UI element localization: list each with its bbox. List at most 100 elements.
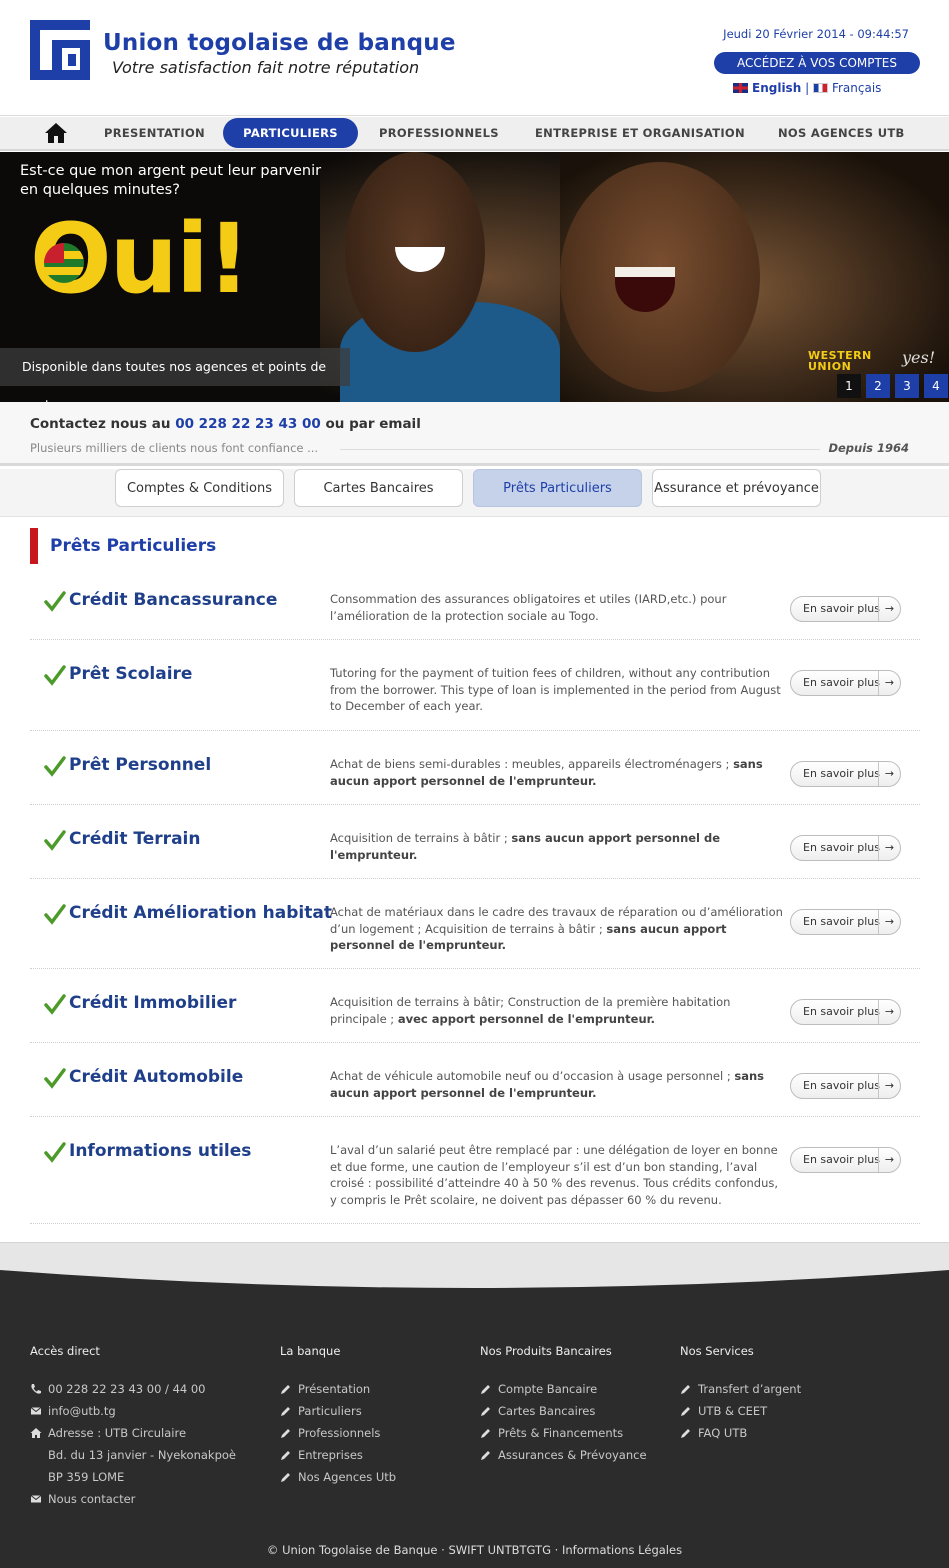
pencil-icon bbox=[281, 1429, 290, 1438]
item-title[interactable]: Crédit Bancassurance bbox=[69, 590, 277, 610]
list-item: Informations utiles L’aval d’un salarié … bbox=[30, 1117, 920, 1224]
lang-french-label: Français bbox=[831, 81, 882, 95]
contact-line: Contactez nous au 00 228 22 23 43 00 ou … bbox=[30, 416, 421, 432]
item-desc: Consommation des assurances obligatoires… bbox=[330, 592, 727, 623]
pencil-icon bbox=[281, 1473, 290, 1482]
slide-dot-4[interactable]: 4 bbox=[924, 374, 948, 398]
footer-address-line: BP 359 LOME bbox=[48, 1470, 125, 1484]
check-icon bbox=[44, 1068, 66, 1089]
pencil-icon bbox=[481, 1407, 490, 1416]
item-title[interactable]: Crédit Automobile bbox=[69, 1067, 243, 1087]
site-header: Union togolaise de banque Votre satisfac… bbox=[0, 0, 949, 116]
home-icon[interactable] bbox=[44, 122, 68, 144]
western-union-logo: WESTERN UNION bbox=[808, 349, 872, 373]
footer-col-produits: Nos Produits Bancaires Compte Bancaire Ca… bbox=[480, 1344, 647, 1466]
item-desc: L’aval d’un salarié peut être remplacé p… bbox=[330, 1143, 779, 1207]
utb-logo[interactable] bbox=[30, 20, 90, 80]
more-button[interactable]: En savoir plus → bbox=[790, 1147, 901, 1173]
footer-link[interactable]: Cartes Bancaires bbox=[480, 1400, 647, 1422]
tab-assurance[interactable]: Assurance et prévoyance bbox=[652, 469, 821, 507]
section-title: Prêts Particuliers bbox=[30, 528, 216, 564]
footer-link[interactable]: Particuliers bbox=[280, 1400, 396, 1422]
divider bbox=[340, 449, 820, 450]
item-title[interactable]: Crédit Amélioration habitat bbox=[69, 903, 332, 923]
arrow-right-icon: → bbox=[878, 1074, 900, 1098]
banner-availability: Disponible dans toutes nos agences et po… bbox=[0, 348, 350, 402]
footer-copyright[interactable]: © Union Togolaise de Banque · SWIFT UNTB… bbox=[0, 1540, 949, 1568]
slide-dot-3[interactable]: 3 bbox=[895, 374, 919, 398]
footer-col-services: Nos Services Transfert d’argent UTB & CEE… bbox=[680, 1344, 801, 1444]
site-footer: Accès direct 00 228 22 23 43 00 / 44 00 … bbox=[0, 1266, 949, 1568]
footer-phone[interactable]: 00 228 22 23 43 00 / 44 00 bbox=[30, 1378, 236, 1400]
more-button[interactable]: En savoir plus → bbox=[790, 761, 901, 787]
item-title[interactable]: Informations utiles bbox=[69, 1141, 251, 1161]
check-icon bbox=[44, 904, 66, 925]
list-item: Crédit Amélioration habitat Achat de mat… bbox=[30, 879, 920, 969]
fr-flag-icon bbox=[812, 83, 828, 93]
nav-professionnels[interactable]: PROFESSIONNELS bbox=[379, 117, 499, 149]
tab-prets[interactable]: Prêts Particuliers bbox=[473, 469, 642, 507]
mail-icon bbox=[30, 1407, 42, 1415]
more-button[interactable]: En savoir plus → bbox=[790, 835, 901, 861]
item-desc: Achat de véhicule automobile neuf ou d’o… bbox=[330, 1069, 765, 1100]
nav-particuliers[interactable]: PARTICULIERS bbox=[223, 118, 358, 148]
slide-dot-1[interactable]: 1 bbox=[837, 374, 861, 398]
tab-comptes[interactable]: Comptes & Conditions bbox=[115, 469, 284, 507]
language-switcher: English | Français bbox=[733, 81, 881, 95]
arrow-right-icon: → bbox=[878, 1000, 900, 1024]
footer-link[interactable]: FAQ UTB bbox=[680, 1422, 801, 1444]
footer-link[interactable]: UTB & CEET bbox=[680, 1400, 801, 1422]
arrow-right-icon: → bbox=[878, 671, 900, 695]
arrow-right-icon: → bbox=[878, 836, 900, 860]
item-title[interactable]: Crédit Terrain bbox=[69, 829, 200, 849]
contact-subtitle: Plusieurs milliers de clients nous font … bbox=[30, 441, 319, 455]
contact-phone[interactable]: 00 228 22 23 43 00 bbox=[175, 416, 321, 432]
footer-link[interactable]: Prêts & Financements bbox=[480, 1422, 647, 1444]
pencil-icon bbox=[481, 1429, 490, 1438]
home-icon bbox=[30, 1428, 42, 1438]
nav-presentation[interactable]: PRESENTATION bbox=[104, 117, 205, 149]
item-title[interactable]: Crédit Immobilier bbox=[69, 993, 236, 1013]
lang-english-link[interactable]: English bbox=[733, 81, 801, 95]
footer-link[interactable]: Professionnels bbox=[280, 1422, 396, 1444]
footer-link[interactable]: Assurances & Prévoyance bbox=[480, 1444, 647, 1466]
list-item: Crédit Immobilier Acquisition de terrain… bbox=[30, 969, 920, 1043]
nav-entreprise[interactable]: ENTREPRISE ET ORGANISATION bbox=[535, 117, 745, 149]
footer-contact-link[interactable]: Nous contacter bbox=[30, 1488, 236, 1510]
arrow-right-icon: → bbox=[878, 762, 900, 786]
pencil-icon bbox=[281, 1407, 290, 1416]
check-icon bbox=[44, 756, 66, 777]
footer-link[interactable]: Présentation bbox=[280, 1378, 396, 1400]
more-button[interactable]: En savoir plus → bbox=[790, 1073, 901, 1099]
more-button[interactable]: En savoir plus → bbox=[790, 596, 901, 622]
footer-link[interactable]: Transfert d’argent bbox=[680, 1378, 801, 1400]
access-accounts-button[interactable]: ACCÉDEZ À VOS COMPTES bbox=[714, 52, 920, 74]
mail-icon bbox=[30, 1495, 42, 1503]
item-desc: Acquisition de terrains à bâtir; Constru… bbox=[330, 995, 731, 1026]
footer-link[interactable]: Compte Bancaire bbox=[480, 1378, 647, 1400]
slide-dot-2[interactable]: 2 bbox=[866, 374, 890, 398]
product-tabs: Comptes & Conditions Cartes Bancaires Pr… bbox=[0, 469, 949, 517]
tab-cartes[interactable]: Cartes Bancaires bbox=[294, 469, 463, 507]
footer-col-title: Nos Services bbox=[680, 1344, 754, 1358]
check-icon bbox=[44, 591, 66, 612]
item-desc: Achat de biens semi-durables : meubles, … bbox=[330, 757, 763, 788]
check-icon bbox=[44, 830, 66, 851]
footer-link[interactable]: Entreprises bbox=[280, 1444, 396, 1466]
hero-banner[interactable]: Est-ce que mon argent peut leur parvenir… bbox=[0, 152, 949, 402]
more-button[interactable]: En savoir plus → bbox=[790, 999, 901, 1025]
more-button[interactable]: En savoir plus → bbox=[790, 909, 901, 935]
item-title[interactable]: Prêt Personnel bbox=[69, 755, 211, 775]
footer-col-access: Accès direct 00 228 22 23 43 00 / 44 00 … bbox=[30, 1344, 236, 1510]
item-title[interactable]: Prêt Scolaire bbox=[69, 664, 192, 684]
lang-french-link[interactable]: Français bbox=[812, 81, 882, 95]
footer-link[interactable]: Nos Agences Utb bbox=[280, 1466, 396, 1488]
footer-wave bbox=[0, 1266, 949, 1288]
datetime: Jeudi 20 Février 2014 - 09:44:57 bbox=[723, 27, 909, 41]
nav-agences[interactable]: NOS AGENCES UTB bbox=[778, 117, 905, 149]
check-icon bbox=[44, 1142, 66, 1163]
more-button[interactable]: En savoir plus → bbox=[790, 670, 901, 696]
lang-separator: | bbox=[805, 81, 810, 95]
footer-email[interactable]: info@utb.tg bbox=[30, 1400, 236, 1422]
contact-strip: Contactez nous au 00 228 22 23 43 00 ou … bbox=[0, 402, 949, 466]
